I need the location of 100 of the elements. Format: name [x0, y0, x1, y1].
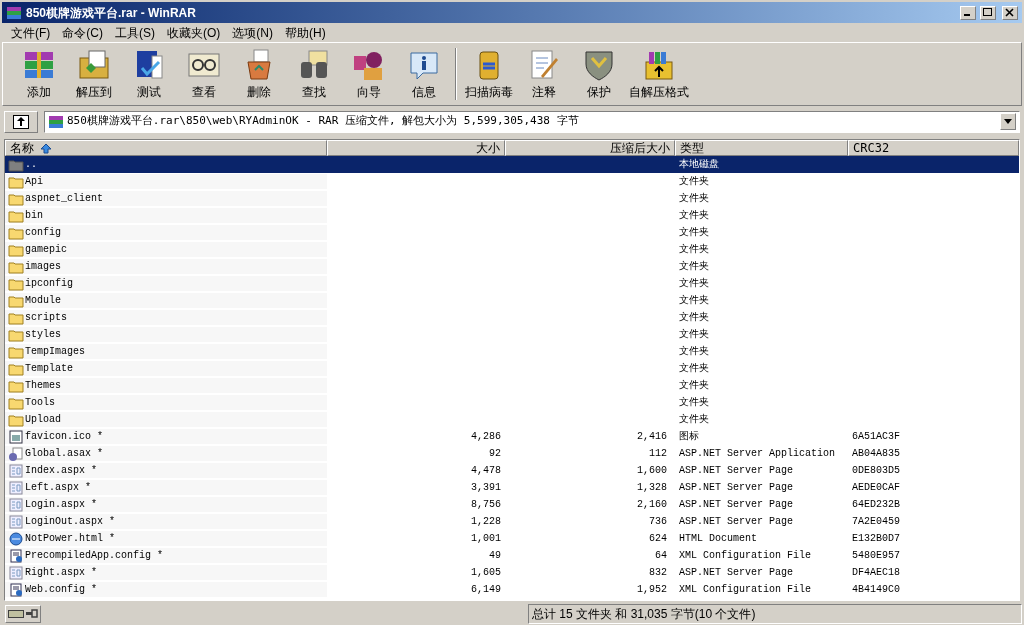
folder-icon — [8, 361, 24, 376]
file-name: Index.aspx * — [25, 464, 97, 478]
menu-item[interactable]: 文件(F) — [6, 23, 56, 42]
file-row[interactable]: Api 文件夹 — [5, 173, 1019, 190]
page-file-icon — [8, 497, 24, 512]
file-row[interactable]: images 文件夹 — [5, 258, 1019, 275]
file-type: ASP.NET Server Application — [679, 448, 836, 459]
close-icon — [1005, 8, 1015, 17]
folder-icon — [8, 395, 24, 410]
file-row[interactable]: Login.aspx * 8,756 2,160 ASP.NET Server Page 64ED232B — [5, 496, 1019, 513]
toolbar-button[interactable]: 解压到 — [66, 44, 121, 104]
menu-item[interactable]: 帮助(H) — [280, 23, 331, 42]
column-header[interactable]: CRC32 — [848, 140, 1019, 156]
file-type: 文件夹 — [679, 261, 709, 272]
file-name: Themes — [25, 379, 61, 393]
size-value: 6,149 — [471, 583, 501, 597]
toolbar-button[interactable]: 扫描病毒 — [461, 44, 516, 104]
file-type: 文件夹 — [679, 312, 709, 323]
file-row[interactable]: bin 文件夹 — [5, 207, 1019, 224]
file-row[interactable]: Tools 文件夹 — [5, 394, 1019, 411]
file-type: 文件夹 — [679, 176, 709, 187]
file-row[interactable]: PrecompiledApp.config * 49 64 XML Configuration File 5480E957 — [5, 547, 1019, 564]
packed-size-value: 112 — [649, 447, 667, 461]
folder-icon — [8, 225, 24, 240]
file-row[interactable]: Right.aspx * 1,605 832 ASP.NET Server Page DF4AEC18 — [5, 564, 1019, 581]
file-name: Module — [25, 294, 61, 308]
dropdown-button[interactable] — [1000, 113, 1016, 130]
file-row[interactable]: config 文件夹 — [5, 224, 1019, 241]
file-row[interactable]: NotPower.html * 1,001 624 HTML Document E132B0D7 — [5, 530, 1019, 547]
folder-icon — [8, 259, 24, 274]
file-row[interactable]: .. 本地磁盘 — [5, 156, 1019, 173]
file-row[interactable]: LoginOut.aspx * 1,228 736 ASP.NET Server Page 7A2E0459 — [5, 513, 1019, 530]
file-row[interactable]: gamepic 文件夹 — [5, 241, 1019, 258]
toolbar-button[interactable]: 向导 — [341, 44, 396, 104]
crc-value: 64ED232B — [852, 499, 900, 510]
folder-icon — [8, 208, 24, 223]
toolbar-button[interactable]: 信息 — [396, 44, 451, 104]
file-name: Left.aspx * — [25, 481, 91, 495]
menu-item[interactable]: 命令(C) — [57, 23, 108, 42]
menu-item[interactable]: 收藏夹(O) — [162, 23, 226, 42]
file-type: 文件夹 — [679, 346, 709, 357]
toolbar-button[interactable]: 查找 — [286, 44, 341, 104]
file-type: ASP.NET Server Page — [679, 516, 794, 527]
folder-icon — [8, 378, 24, 393]
toolbar-button[interactable]: 查看 — [176, 44, 231, 104]
path-field[interactable]: 850棋牌游戏平台.rar\850\web\RYAdminOK - RAR 压缩文件, 解包大小为 5,599,305,438 字节 — [44, 110, 1020, 133]
file-type: 文件夹 — [679, 295, 709, 306]
folder-document-icon — [76, 47, 111, 82]
menu-item[interactable]: 工具(S) — [110, 23, 160, 42]
file-row[interactable]: Web.config * 6,149 1,952 XML Configuration File 4B4149C0 — [5, 581, 1019, 598]
file-name: images — [25, 260, 61, 274]
up-folder-button[interactable] — [4, 110, 38, 133]
file-row[interactable]: Global.asax * 92 112 ASP.NET Server Application AB04A835 — [5, 445, 1019, 462]
folder-icon — [8, 191, 24, 206]
crc-value: AB04A835 — [852, 448, 900, 459]
file-row[interactable]: scripts 文件夹 — [5, 309, 1019, 326]
packed-size-value: 736 — [649, 515, 667, 529]
maximize-button[interactable] — [980, 5, 996, 20]
file-row[interactable]: ipconfig 文件夹 — [5, 275, 1019, 292]
file-row[interactable]: favicon.ico * 4,286 2,416 图标 6A51AC3F — [5, 428, 1019, 445]
file-row[interactable]: Upload 文件夹 — [5, 411, 1019, 428]
toolbar-button[interactable]: 保护 — [571, 44, 626, 104]
file-name: bin — [25, 209, 43, 223]
file-row[interactable]: aspnet_client 文件夹 — [5, 190, 1019, 207]
crc-value: DF4AEC18 — [852, 567, 900, 578]
file-row[interactable]: Left.aspx * 3,391 1,328 ASP.NET Server Page AEDE0CAF — [5, 479, 1019, 496]
file-row[interactable]: Index.aspx * 4,478 1,600 ASP.NET Server Page 0DE803D5 — [5, 462, 1019, 479]
status-text: 总计 15 文件夹 和 31,035 字节(10 个文件) — [528, 604, 1022, 624]
toolbar-button[interactable]: 添加 — [11, 44, 66, 104]
toolbar-button[interactable]: 删除 — [231, 44, 286, 104]
file-row[interactable]: TempImages 文件夹 — [5, 343, 1019, 360]
file-row[interactable]: Themes 文件夹 — [5, 377, 1019, 394]
file-type: 图标 — [679, 431, 699, 442]
file-row[interactable]: Template 文件夹 — [5, 360, 1019, 377]
file-row[interactable]: Module 文件夹 — [5, 292, 1019, 309]
close-button[interactable] — [1002, 5, 1018, 20]
caret-icon — [1004, 119, 1012, 124]
menu-item[interactable]: 选项(N) — [227, 23, 278, 42]
toolbar-button[interactable]: 测试 — [121, 44, 176, 104]
file-name: Tools — [25, 396, 55, 410]
crc-value: E132B0D7 — [852, 533, 900, 544]
column-header[interactable]: 压缩后大小 — [505, 140, 675, 156]
minimize-button[interactable] — [960, 5, 976, 20]
folder-icon — [8, 293, 24, 308]
toolbar-button[interactable]: 注释 — [516, 44, 571, 104]
toolbar-button[interactable]: 自解压格式 — [626, 44, 692, 104]
file-name: Global.asax * — [25, 447, 103, 461]
file-type: ASP.NET Server Page — [679, 465, 794, 476]
column-header[interactable]: 名称 — [5, 140, 327, 156]
packed-size-value: 624 — [649, 532, 667, 546]
column-header[interactable]: 大小 — [327, 140, 505, 156]
file-type: 文件夹 — [679, 210, 709, 221]
column-header[interactable]: 类型 — [675, 140, 848, 156]
file-name: Template — [25, 362, 73, 376]
folder-icon — [8, 310, 24, 325]
file-type: XML Configuration File — [679, 584, 812, 595]
file-row[interactable]: styles 文件夹 — [5, 326, 1019, 343]
window-title: 850棋牌游戏平台.rar - WinRAR — [26, 4, 197, 22]
file-name: gamepic — [25, 243, 67, 257]
size-value: 3,391 — [471, 481, 501, 495]
